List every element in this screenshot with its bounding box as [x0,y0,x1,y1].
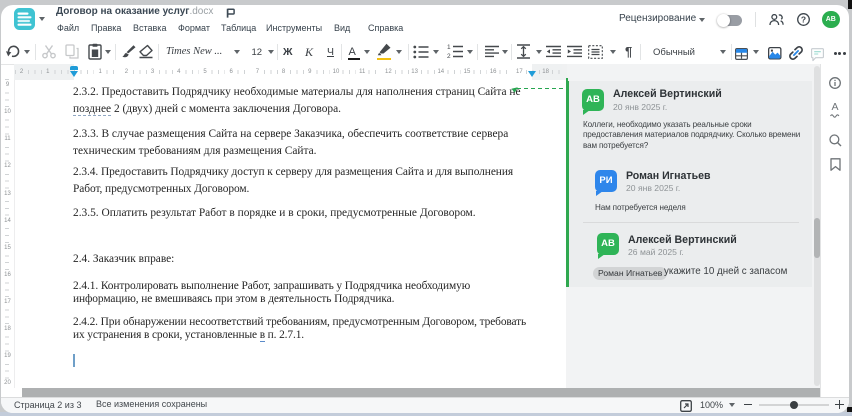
svg-text:?: ? [801,15,806,25]
svg-text:1: 1 [447,44,451,51]
svg-text:2: 2 [447,53,451,59]
